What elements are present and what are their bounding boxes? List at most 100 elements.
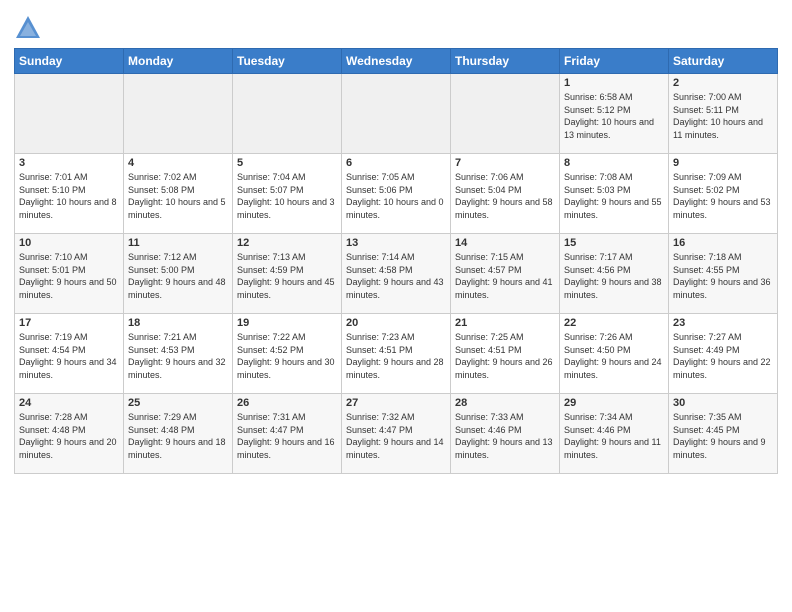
- day-info: Sunrise: 7:28 AMSunset: 4:48 PMDaylight:…: [19, 411, 119, 461]
- day-info: Sunrise: 7:06 AMSunset: 5:04 PMDaylight:…: [455, 171, 555, 221]
- calendar-cell: 23 Sunrise: 7:27 AMSunset: 4:49 PMDayligh…: [669, 314, 778, 394]
- calendar-header-row: SundayMondayTuesdayWednesdayThursdayFrid…: [15, 49, 778, 74]
- day-info: Sunrise: 7:13 AMSunset: 4:59 PMDaylight:…: [237, 251, 337, 301]
- week-row-5: 24 Sunrise: 7:28 AMSunset: 4:48 PMDayligh…: [15, 394, 778, 474]
- day-number: 26: [237, 397, 337, 409]
- day-info: Sunrise: 7:23 AMSunset: 4:51 PMDaylight:…: [346, 331, 446, 381]
- header: [14, 10, 778, 42]
- week-row-4: 17 Sunrise: 7:19 AMSunset: 4:54 PMDayligh…: [15, 314, 778, 394]
- day-info: Sunrise: 7:12 AMSunset: 5:00 PMDaylight:…: [128, 251, 228, 301]
- calendar-cell: 11 Sunrise: 7:12 AMSunset: 5:00 PMDayligh…: [124, 234, 233, 314]
- day-number: 9: [673, 157, 773, 169]
- page: SundayMondayTuesdayWednesdayThursdayFrid…: [0, 0, 792, 612]
- day-info: Sunrise: 7:26 AMSunset: 4:50 PMDaylight:…: [564, 331, 664, 381]
- day-info: Sunrise: 7:02 AMSunset: 5:08 PMDaylight:…: [128, 171, 228, 221]
- day-info: Sunrise: 7:31 AMSunset: 4:47 PMDaylight:…: [237, 411, 337, 461]
- day-info: Sunrise: 7:29 AMSunset: 4:48 PMDaylight:…: [128, 411, 228, 461]
- day-info: Sunrise: 7:34 AMSunset: 4:46 PMDaylight:…: [564, 411, 664, 461]
- day-number: 3: [19, 157, 119, 169]
- day-info: Sunrise: 7:17 AMSunset: 4:56 PMDaylight:…: [564, 251, 664, 301]
- week-row-3: 10Sunrise: 7:10 AMSunset: 5:01 PMDayligh…: [15, 234, 778, 314]
- day-info: Sunrise: 7:27 AMSunset: 4:49 PMDaylight:…: [673, 331, 773, 381]
- calendar-cell: 5Sunrise: 7:04 AMSunset: 5:07 PMDaylight…: [233, 154, 342, 234]
- calendar-cell: 1 Sunrise: 6:58 AMSunset: 5:12 PMDaylight…: [560, 74, 669, 154]
- day-number: 2: [673, 77, 773, 89]
- calendar-cell: 20Sunrise: 7:23 AMSunset: 4:51 PMDayligh…: [342, 314, 451, 394]
- day-info: Sunrise: 7:00 AMSunset: 5:11 PMDaylight:…: [673, 91, 773, 141]
- calendar-cell: [233, 74, 342, 154]
- calendar-cell: 22 Sunrise: 7:26 AMSunset: 4:50 PMDayligh…: [560, 314, 669, 394]
- day-number: 11: [128, 237, 228, 249]
- day-info: Sunrise: 7:15 AMSunset: 4:57 PMDaylight:…: [455, 251, 555, 301]
- day-info: Sunrise: 7:14 AMSunset: 4:58 PMDaylight:…: [346, 251, 446, 301]
- day-number: 21: [455, 317, 555, 329]
- day-number: 16: [673, 237, 773, 249]
- day-header-sunday: Sunday: [15, 49, 124, 74]
- calendar-header: SundayMondayTuesdayWednesdayThursdayFrid…: [15, 49, 778, 74]
- day-info: Sunrise: 7:19 AMSunset: 4:54 PMDaylight:…: [19, 331, 119, 381]
- day-info: Sunrise: 6:58 AMSunset: 5:12 PMDaylight:…: [564, 91, 664, 141]
- day-number: 15: [564, 237, 664, 249]
- calendar-cell: 21 Sunrise: 7:25 AMSunset: 4:51 PMDayligh…: [451, 314, 560, 394]
- calendar-cell: 24 Sunrise: 7:28 AMSunset: 4:48 PMDayligh…: [15, 394, 124, 474]
- day-number: 4: [128, 157, 228, 169]
- calendar-cell: 3 Sunrise: 7:01 AMSunset: 5:10 PMDaylight…: [15, 154, 124, 234]
- day-header-wednesday: Wednesday: [342, 49, 451, 74]
- day-number: 1: [564, 77, 664, 89]
- calendar-cell: 25Sunrise: 7:29 AMSunset: 4:48 PMDayligh…: [124, 394, 233, 474]
- calendar-cell: 18Sunrise: 7:21 AMSunset: 4:53 PMDayligh…: [124, 314, 233, 394]
- day-number: 17: [19, 317, 119, 329]
- day-number: 8: [564, 157, 664, 169]
- calendar-cell: 4 Sunrise: 7:02 AMSunset: 5:08 PMDaylight…: [124, 154, 233, 234]
- calendar-cell: 30 Sunrise: 7:35 AMSunset: 4:45 PMDayligh…: [669, 394, 778, 474]
- calendar-cell: 7 Sunrise: 7:06 AMSunset: 5:04 PMDaylight…: [451, 154, 560, 234]
- day-header-saturday: Saturday: [669, 49, 778, 74]
- day-header-thursday: Thursday: [451, 49, 560, 74]
- day-info: Sunrise: 7:05 AMSunset: 5:06 PMDaylight:…: [346, 171, 446, 221]
- calendar-cell: 17 Sunrise: 7:19 AMSunset: 4:54 PMDayligh…: [15, 314, 124, 394]
- calendar-cell: [342, 74, 451, 154]
- calendar-cell: 27 Sunrise: 7:32 AMSunset: 4:47 PMDayligh…: [342, 394, 451, 474]
- day-header-friday: Friday: [560, 49, 669, 74]
- day-info: Sunrise: 7:33 AMSunset: 4:46 PMDaylight:…: [455, 411, 555, 461]
- day-info: Sunrise: 7:25 AMSunset: 4:51 PMDaylight:…: [455, 331, 555, 381]
- day-info: Sunrise: 7:18 AMSunset: 4:55 PMDaylight:…: [673, 251, 773, 301]
- day-info: Sunrise: 7:35 AMSunset: 4:45 PMDaylight:…: [673, 411, 773, 461]
- day-number: 23: [673, 317, 773, 329]
- calendar-cell: 6Sunrise: 7:05 AMSunset: 5:06 PMDaylight…: [342, 154, 451, 234]
- calendar-cell: 16 Sunrise: 7:18 AMSunset: 4:55 PMDayligh…: [669, 234, 778, 314]
- calendar-cell: 12 Sunrise: 7:13 AMSunset: 4:59 PMDayligh…: [233, 234, 342, 314]
- calendar-cell: 8Sunrise: 7:08 AMSunset: 5:03 PMDaylight…: [560, 154, 669, 234]
- week-row-2: 3 Sunrise: 7:01 AMSunset: 5:10 PMDaylight…: [15, 154, 778, 234]
- day-number: 22: [564, 317, 664, 329]
- calendar-cell: [451, 74, 560, 154]
- calendar-cell: 2 Sunrise: 7:00 AMSunset: 5:11 PMDaylight…: [669, 74, 778, 154]
- calendar-body: 1 Sunrise: 6:58 AMSunset: 5:12 PMDaylight…: [15, 74, 778, 474]
- day-number: 24: [19, 397, 119, 409]
- day-info: Sunrise: 7:09 AMSunset: 5:02 PMDaylight:…: [673, 171, 773, 221]
- calendar-cell: 28Sunrise: 7:33 AMSunset: 4:46 PMDayligh…: [451, 394, 560, 474]
- day-number: 19: [237, 317, 337, 329]
- day-info: Sunrise: 7:04 AMSunset: 5:07 PMDaylight:…: [237, 171, 337, 221]
- logo: [14, 14, 46, 42]
- day-number: 7: [455, 157, 555, 169]
- logo-icon: [14, 14, 42, 42]
- day-info: Sunrise: 7:21 AMSunset: 4:53 PMDaylight:…: [128, 331, 228, 381]
- day-number: 30: [673, 397, 773, 409]
- day-number: 12: [237, 237, 337, 249]
- day-number: 13: [346, 237, 446, 249]
- day-header-monday: Monday: [124, 49, 233, 74]
- day-number: 14: [455, 237, 555, 249]
- week-row-1: 1 Sunrise: 6:58 AMSunset: 5:12 PMDaylight…: [15, 74, 778, 154]
- day-info: Sunrise: 7:22 AMSunset: 4:52 PMDaylight:…: [237, 331, 337, 381]
- calendar-cell: 13 Sunrise: 7:14 AMSunset: 4:58 PMDayligh…: [342, 234, 451, 314]
- calendar-cell: 9 Sunrise: 7:09 AMSunset: 5:02 PMDaylight…: [669, 154, 778, 234]
- calendar-cell: 14 Sunrise: 7:15 AMSunset: 4:57 PMDayligh…: [451, 234, 560, 314]
- day-info: Sunrise: 7:32 AMSunset: 4:47 PMDaylight:…: [346, 411, 446, 461]
- calendar-table: SundayMondayTuesdayWednesdayThursdayFrid…: [14, 48, 778, 474]
- calendar-cell: 26 Sunrise: 7:31 AMSunset: 4:47 PMDayligh…: [233, 394, 342, 474]
- calendar-cell: [15, 74, 124, 154]
- day-number: 27: [346, 397, 446, 409]
- day-info: Sunrise: 7:01 AMSunset: 5:10 PMDaylight:…: [19, 171, 119, 221]
- calendar-cell: 29Sunrise: 7:34 AMSunset: 4:46 PMDayligh…: [560, 394, 669, 474]
